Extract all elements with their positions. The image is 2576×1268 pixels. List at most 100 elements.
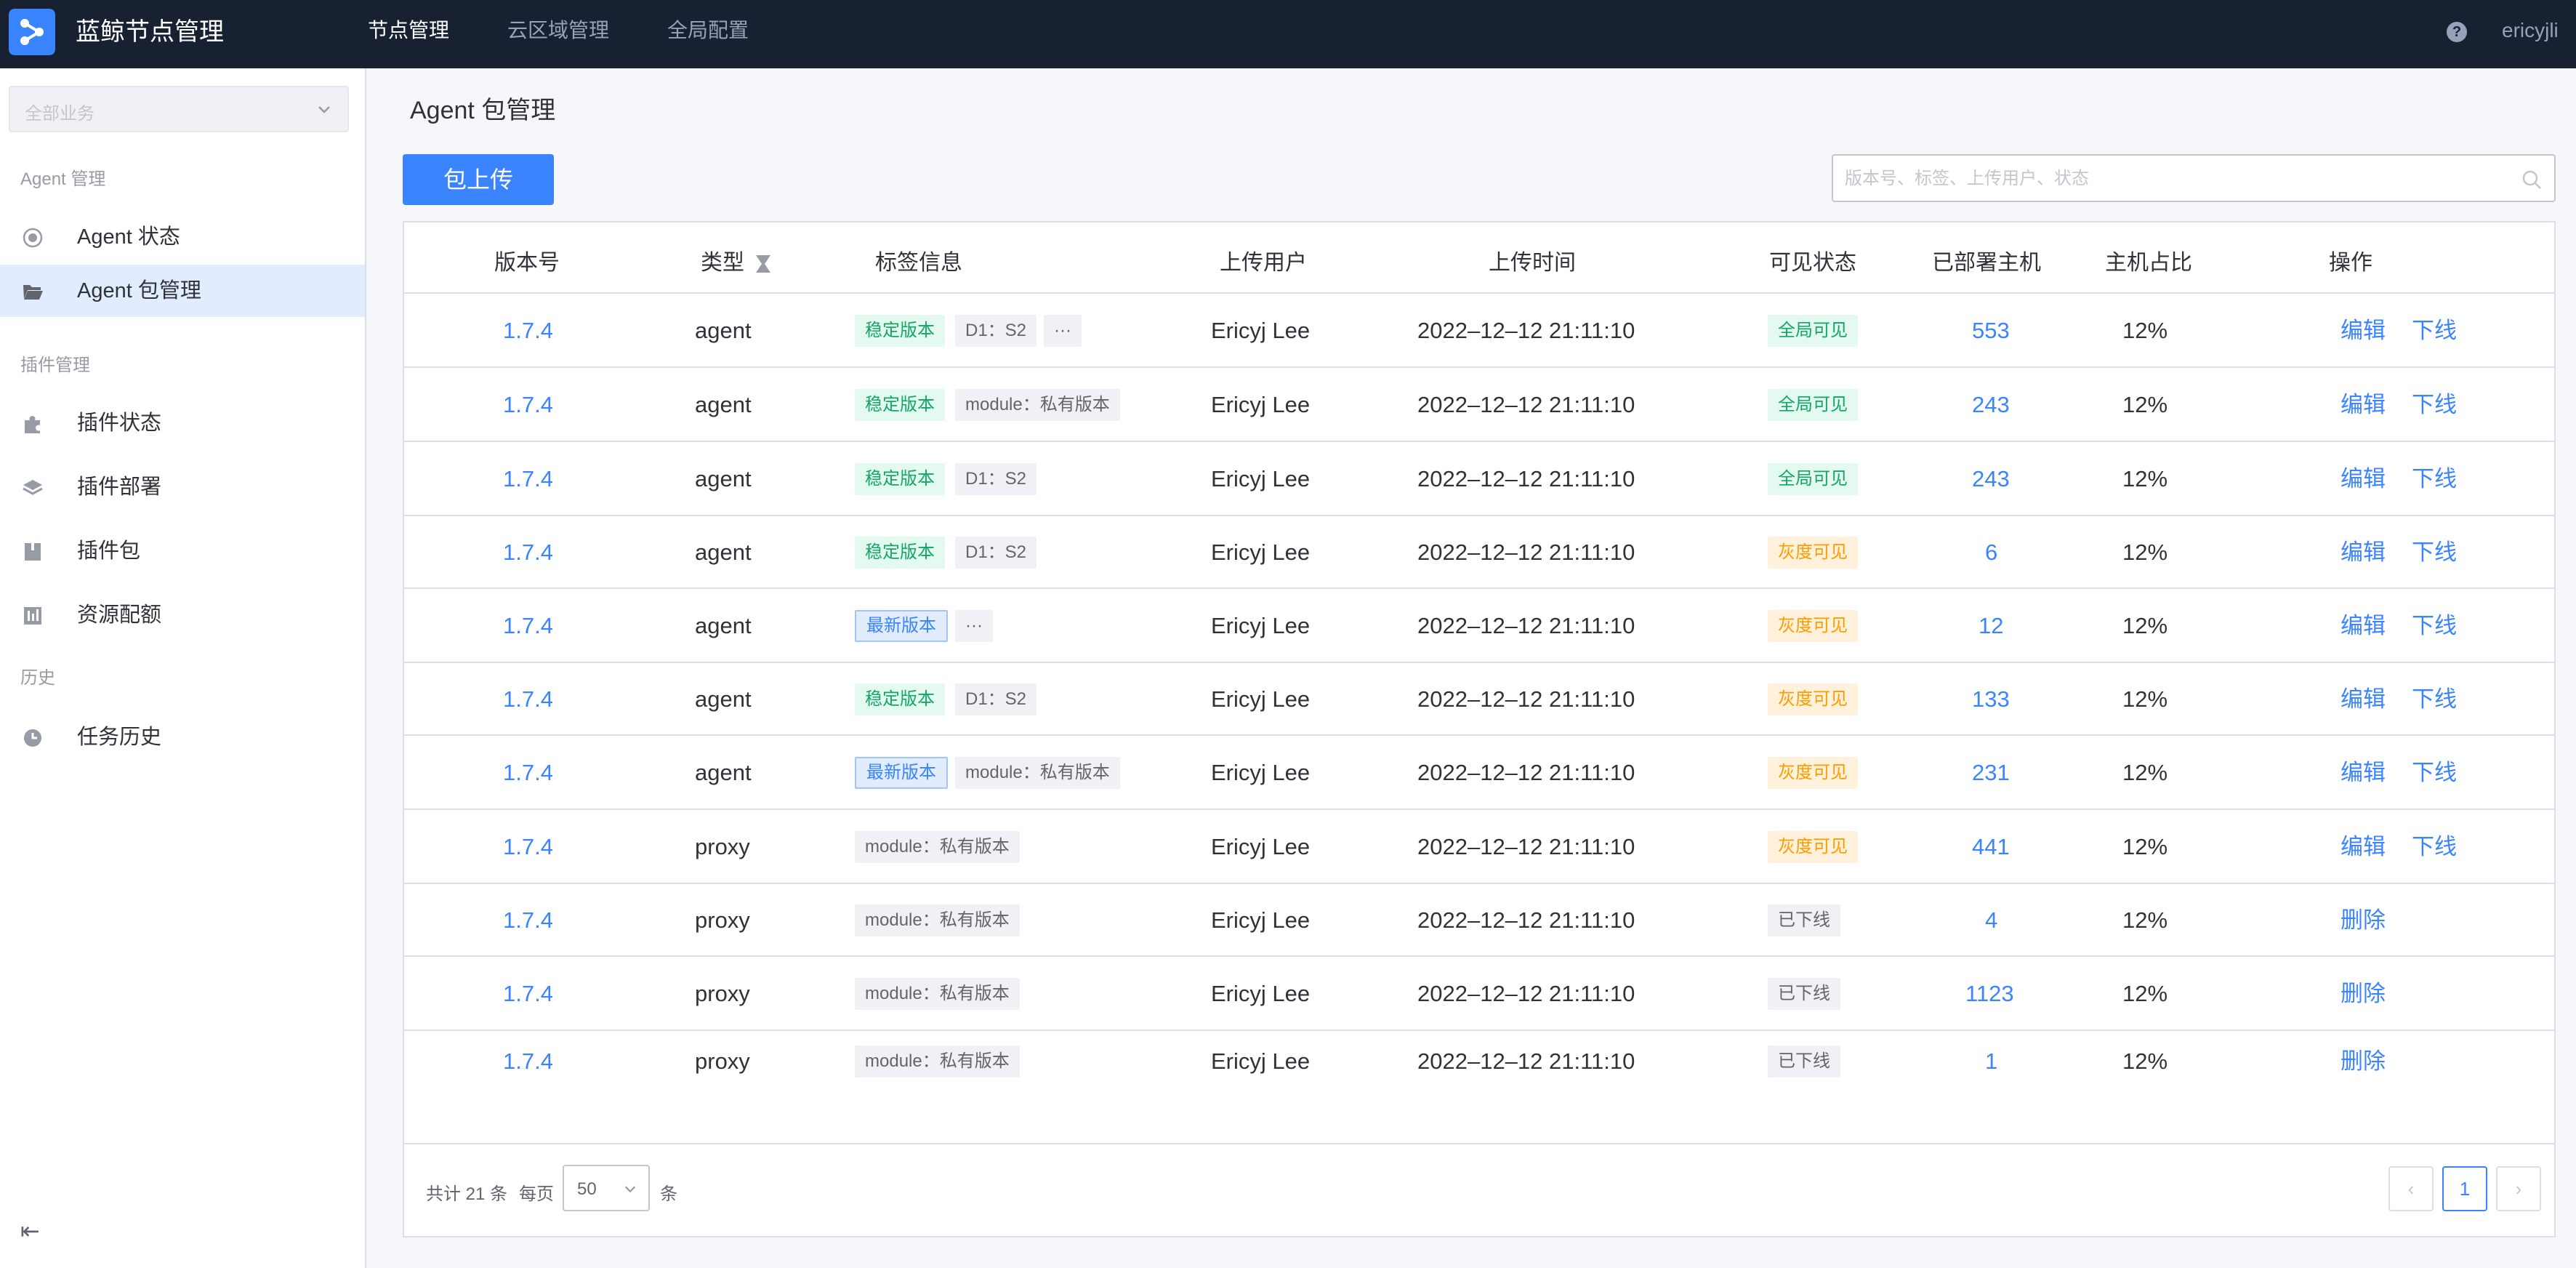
sidebar-item-plugin-deploy[interactable]: 插件部署: [0, 461, 365, 513]
column-header-upload-time: 上传时间: [1489, 251, 1576, 275]
deployed-hosts-link[interactable]: 231: [1972, 758, 2010, 787]
version-link[interactable]: 1.7.4: [503, 832, 553, 862]
host-ratio-cell: 12%: [2122, 539, 2168, 565]
table-row: 1.7.4 agent 稳定版本 D1：S2 ··· Ericyj Lee 2022–12–…: [404, 292, 2554, 366]
column-header-deployed-hosts: 已部署主机: [1932, 251, 2041, 275]
deployed-hosts-link[interactable]: 441: [1972, 832, 2010, 862]
delete-button[interactable]: 删除: [2340, 979, 2386, 1008]
version-link[interactable]: 1.7.4: [503, 906, 553, 935]
page-title: Agent 包管理: [410, 97, 556, 124]
package-icon: [25, 543, 41, 561]
type-cell: agent: [695, 466, 752, 491]
offline-button[interactable]: 下线: [2412, 758, 2457, 787]
edit-button[interactable]: 编辑: [2340, 685, 2386, 714]
version-link[interactable]: 1.7.4: [503, 685, 553, 714]
pagination-prev-button[interactable]: ‹: [2388, 1166, 2434, 1211]
chevron-down-icon: [318, 106, 330, 113]
sidebar-item-resource-quota[interactable]: 资源配额: [0, 589, 365, 641]
edit-button[interactable]: 编辑: [2340, 611, 2386, 641]
business-select[interactable]: 全部业务: [9, 86, 349, 132]
deployed-hosts-link[interactable]: 243: [1972, 390, 2010, 420]
collapse-sidebar-icon[interactable]: ⇤: [20, 1217, 40, 1245]
filter-icon[interactable]: [754, 253, 772, 275]
edit-button[interactable]: 编辑: [2340, 316, 2386, 345]
nav-node-management[interactable]: 节点管理: [368, 16, 449, 45]
tag-badge: 稳定版本: [855, 537, 945, 569]
version-link[interactable]: 1.7.4: [503, 1047, 553, 1076]
deployed-hosts-link[interactable]: 4: [1985, 906, 1997, 935]
type-cell: proxy: [695, 1048, 750, 1074]
search-icon[interactable]: [2521, 169, 2543, 190]
pagination-next-button[interactable]: ›: [2496, 1166, 2541, 1211]
help-icon[interactable]: ?: [2447, 22, 2467, 42]
sidebar-item-plugin-package[interactable]: 插件包: [0, 525, 365, 577]
username[interactable]: ericyjli: [2502, 16, 2559, 45]
sidebar-item-label: 插件状态: [77, 412, 162, 435]
edit-button[interactable]: 编辑: [2340, 465, 2386, 494]
deployed-hosts-link[interactable]: 553: [1972, 316, 2010, 345]
upload-package-button[interactable]: 包上传: [403, 154, 554, 205]
pagination-page-button[interactable]: 1: [2442, 1166, 2487, 1211]
package-table: 版本号 类型 标签信息 上传用户 上传时间 可见状态 已部署主机 主机占比 操作…: [403, 221, 2556, 1237]
nav-global-config[interactable]: 全局配置: [667, 16, 749, 45]
sidebar-item-task-history[interactable]: 任务历史: [0, 711, 365, 763]
pagination-per-page-label: 每页: [519, 1184, 554, 1204]
version-link[interactable]: 1.7.4: [503, 390, 553, 420]
deployed-hosts-link[interactable]: 1123: [1965, 979, 2014, 1008]
edit-button[interactable]: 编辑: [2340, 390, 2386, 420]
host-ratio-cell: 12%: [2122, 981, 2168, 1006]
version-link[interactable]: 1.7.4: [503, 538, 553, 567]
search-box[interactable]: [1832, 154, 2556, 202]
host-ratio-cell: 12%: [2122, 1048, 2168, 1074]
version-link[interactable]: 1.7.4: [503, 465, 553, 494]
deployed-hosts-link[interactable]: 243: [1972, 465, 2010, 494]
sidebar-item-agent-package[interactable]: Agent 包管理: [0, 265, 365, 317]
quota-icon: [24, 607, 41, 625]
search-input[interactable]: [1845, 164, 2499, 193]
table-row: 1.7.4 proxy module：私有版本 Ericyj Lee 2022–12–1…: [404, 955, 2554, 1030]
status-badge: 已下线: [1768, 978, 1840, 1010]
delete-button[interactable]: 删除: [2340, 906, 2386, 935]
delete-button[interactable]: 删除: [2340, 1047, 2386, 1076]
edit-button[interactable]: 编辑: [2340, 832, 2386, 862]
deployed-hosts-link[interactable]: 133: [1972, 685, 2010, 714]
version-link[interactable]: 1.7.4: [503, 316, 553, 345]
top-nav-bar: 蓝鲸节点管理 节点管理 云区域管理 全局配置 ? ericyjli: [0, 0, 2576, 68]
version-link[interactable]: 1.7.4: [503, 979, 553, 1008]
more-tags-button[interactable]: ···: [955, 610, 993, 642]
group-title-plugin: 插件管理: [20, 356, 90, 375]
table-row: 1.7.4 agent 稳定版本 D1：S2 Ericyj Lee 2022–12–12 …: [404, 441, 2554, 515]
offline-button[interactable]: 下线: [2412, 465, 2457, 494]
chevron-right-icon: ›: [2515, 1178, 2522, 1200]
offline-button[interactable]: 下线: [2412, 316, 2457, 345]
tag-badge: module：私有版本: [855, 1046, 1020, 1078]
column-header-visibility: 可见状态: [1769, 251, 1856, 275]
column-header-host-ratio: 主机占比: [2105, 251, 2192, 275]
sidebar-item-agent-status[interactable]: Agent 状态: [0, 211, 365, 263]
offline-button[interactable]: 下线: [2412, 611, 2457, 641]
offline-button[interactable]: 下线: [2412, 390, 2457, 420]
column-header-type[interactable]: 类型: [701, 249, 772, 278]
upload-user-cell: Ericyj Lee: [1211, 981, 1311, 1006]
tag-badge: 最新版本: [855, 610, 948, 642]
page-size-select[interactable]: 50: [563, 1165, 650, 1211]
sidebar-item-plugin-status[interactable]: 插件状态: [0, 397, 365, 449]
pagination-unit: 条: [660, 1184, 677, 1204]
offline-button[interactable]: 下线: [2412, 832, 2457, 862]
deployed-hosts-link[interactable]: 12: [1979, 611, 2003, 641]
edit-button[interactable]: 编辑: [2340, 758, 2386, 787]
version-link[interactable]: 1.7.4: [503, 758, 553, 787]
nav-cloud-area[interactable]: 云区域管理: [507, 16, 609, 45]
more-tags-button[interactable]: ···: [1044, 315, 1082, 347]
type-cell: proxy: [695, 834, 750, 859]
edit-button[interactable]: 编辑: [2340, 538, 2386, 567]
app-logo[interactable]: [9, 9, 55, 55]
upload-time-cell: 2022–12–12 21:11:10: [1417, 466, 1635, 491]
version-link[interactable]: 1.7.4: [503, 611, 553, 641]
host-ratio-cell: 12%: [2122, 318, 2168, 343]
deployed-hosts-link[interactable]: 6: [1985, 538, 1997, 567]
offline-button[interactable]: 下线: [2412, 538, 2457, 567]
deployed-hosts-link[interactable]: 1: [1985, 1047, 1997, 1076]
column-header-actions: 操作: [2329, 251, 2372, 275]
offline-button[interactable]: 下线: [2412, 685, 2457, 714]
